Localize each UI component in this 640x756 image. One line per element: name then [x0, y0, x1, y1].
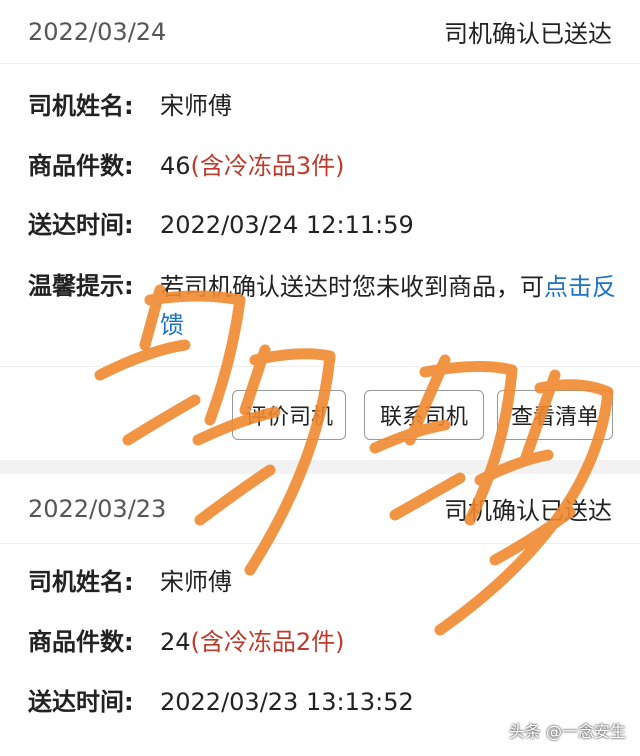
- order-date: 2022/03/24: [28, 17, 167, 46]
- time-value: 2022/03/24 12:11:59: [160, 211, 414, 239]
- view-list-button[interactable]: 查看清单: [497, 390, 613, 440]
- time-label: 送达时间:: [28, 688, 134, 716]
- order-status: 司机确认已送达: [444, 20, 612, 48]
- order-status: 司机确认已送达: [444, 497, 612, 525]
- tip-label: 温馨提示:: [28, 272, 134, 300]
- driver-value: 宋师傅: [160, 568, 232, 596]
- driver-label: 司机姓名:: [28, 92, 134, 120]
- items-value: 46(含冷冻品3件): [160, 148, 616, 184]
- section-gap: [0, 460, 640, 474]
- order-date: 2022/03/23: [28, 494, 167, 523]
- card-divider: [0, 366, 640, 367]
- driver-value: 宋师傅: [160, 92, 232, 120]
- watermark: 头条 @一念安生: [508, 722, 626, 741]
- tip-message: 若司机确认送达时您未收到商品，可: [160, 273, 544, 301]
- order-header: 2022/03/24 司机确认已送达: [0, 0, 640, 64]
- order-header: 2022/03/23 司机确认已送达: [0, 474, 640, 544]
- time-label: 送达时间:: [28, 211, 134, 239]
- items-label: 商品件数:: [28, 152, 134, 180]
- items-note: (含冷冻品2件): [190, 628, 345, 656]
- items-note: (含冷冻品3件): [190, 152, 345, 180]
- time-value: 2022/03/23 13:13:52: [160, 688, 414, 716]
- items-count: 46: [160, 152, 191, 180]
- items-count: 24: [160, 628, 191, 656]
- items-label: 商品件数:: [28, 628, 134, 656]
- rate-driver-button[interactable]: 评价司机: [232, 390, 346, 440]
- driver-label: 司机姓名:: [28, 568, 134, 596]
- tip-text: 若司机确认送达时您未收到商品，可点击反馈: [160, 268, 616, 344]
- items-value: 24(含冷冻品2件): [160, 624, 616, 660]
- contact-driver-button[interactable]: 联系司机: [364, 390, 484, 440]
- order-card-2: 2022/03/23 司机确认已送达 司机姓名: 宋师傅 商品件数: 24(含冷…: [0, 474, 640, 756]
- order-card-1: 2022/03/24 司机确认已送达 司机姓名: 宋师傅 商品件数: 46(含冷…: [0, 0, 640, 460]
